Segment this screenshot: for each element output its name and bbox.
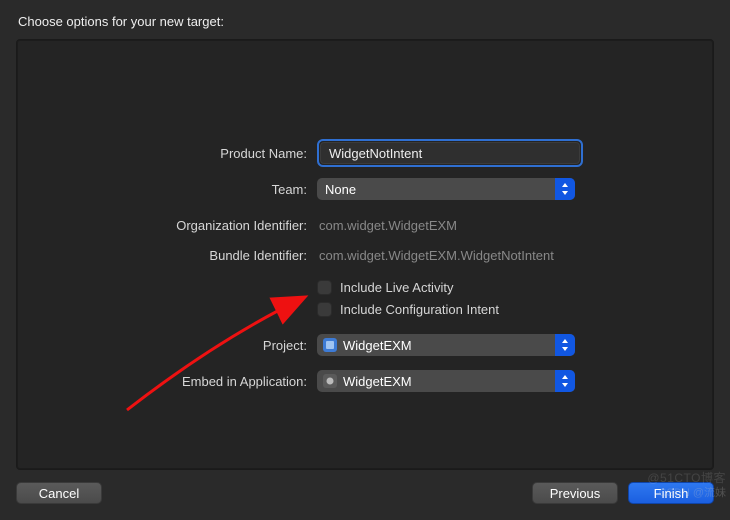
dialog-title: Choose options for your new target:	[16, 14, 714, 29]
team-select-value: None	[325, 182, 555, 197]
checkbox-live-activity[interactable]	[317, 280, 332, 295]
label-embed: Embed in Application:	[17, 374, 317, 389]
previous-button[interactable]: Previous	[532, 482, 618, 504]
team-select[interactable]: None	[317, 178, 575, 200]
row-org-id: Organization Identifier: com.widget.Widg…	[17, 210, 713, 240]
row-cb-config-intent: Include Configuration Intent	[17, 298, 713, 320]
product-name-input[interactable]	[320, 142, 580, 164]
chevron-updown-icon	[555, 334, 575, 356]
row-product-name: Product Name:	[17, 138, 713, 168]
watermark-text-2: CSDN @流妹	[659, 484, 726, 500]
embed-select[interactable]: WidgetEXM	[317, 370, 575, 392]
row-team: Team: None	[17, 174, 713, 204]
label-product-name: Product Name:	[17, 146, 317, 161]
checkbox-live-activity-label: Include Live Activity	[340, 280, 453, 295]
label-bundle-id: Bundle Identifier:	[17, 248, 317, 263]
xcode-project-icon	[323, 338, 337, 352]
button-bar: Cancel Previous Finish	[16, 470, 714, 504]
checkbox-config-intent-label: Include Configuration Intent	[340, 302, 499, 317]
project-select[interactable]: WidgetEXM	[317, 334, 575, 356]
label-org-id: Organization Identifier:	[17, 218, 317, 233]
row-bundle-id: Bundle Identifier: com.widget.WidgetEXM.…	[17, 240, 713, 270]
product-name-focus-ring	[317, 139, 583, 167]
row-embed: Embed in Application: WidgetEXM	[17, 366, 713, 396]
row-cb-live-activity: Include Live Activity	[17, 276, 713, 298]
dialog-body: Product Name: Team: None	[16, 39, 714, 470]
checkbox-config-intent[interactable]	[317, 302, 332, 317]
label-team: Team:	[17, 182, 317, 197]
dialog-window: Choose options for your new target: Prod…	[0, 0, 730, 520]
org-id-value: com.widget.WidgetEXM	[317, 218, 457, 233]
cancel-button[interactable]: Cancel	[16, 482, 102, 504]
label-project: Project:	[17, 338, 317, 353]
bundle-id-value: com.widget.WidgetEXM.WidgetNotIntent	[317, 248, 554, 263]
chevron-updown-icon	[555, 370, 575, 392]
embed-select-value: WidgetEXM	[343, 374, 555, 389]
form-area: Product Name: Team: None	[17, 40, 713, 469]
chevron-updown-icon	[555, 178, 575, 200]
row-project: Project: WidgetEXM	[17, 330, 713, 360]
app-icon	[323, 374, 337, 388]
project-select-value: WidgetEXM	[343, 338, 555, 353]
